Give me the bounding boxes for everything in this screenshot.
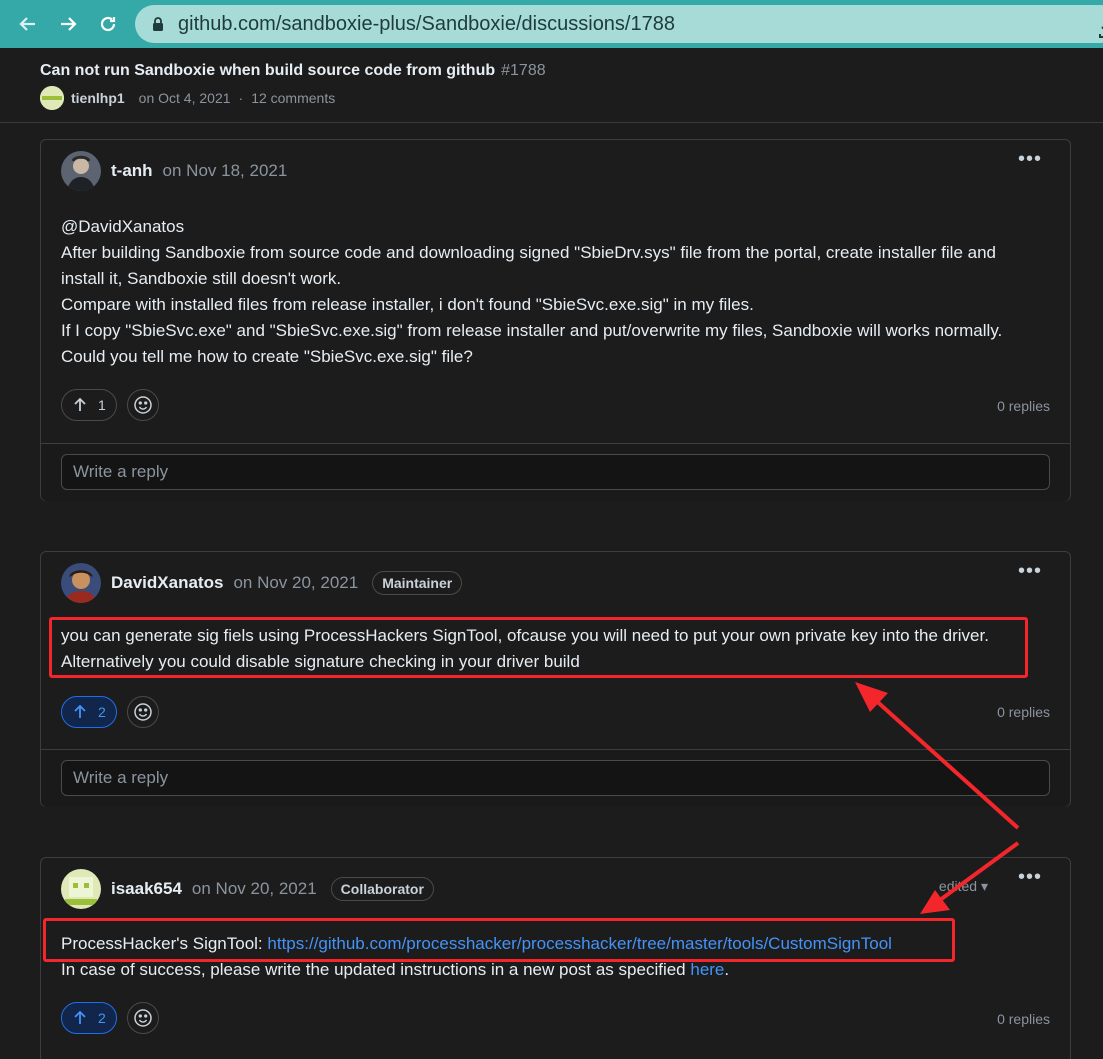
forward-arrow-icon[interactable] bbox=[54, 10, 82, 38]
comment-header: isaak654 on Nov 20, 2021 Collaborator bbox=[61, 868, 434, 910]
more-options-icon[interactable]: ••• bbox=[1018, 561, 1042, 581]
discussion-meta: tienlhp1 on Oct 4, 2021 · 12 comments bbox=[40, 86, 335, 110]
reaction-bar: 2 bbox=[61, 1002, 159, 1034]
add-reaction-button[interactable] bbox=[126, 1002, 159, 1034]
comment-line: After building Sandboxie from source cod… bbox=[61, 243, 996, 262]
discussion-header: Can not run Sandboxie when build source … bbox=[0, 48, 1103, 123]
smiley-icon bbox=[134, 703, 152, 721]
url-text: github.com/sandboxie-plus/Sandboxie/disc… bbox=[178, 13, 675, 35]
reply-count[interactable]: 0 replies bbox=[997, 398, 1050, 414]
comment-header: DavidXanatos on Nov 20, 2021 Maintainer bbox=[61, 562, 463, 604]
comment-line: @DavidXanatos bbox=[61, 217, 185, 236]
arrow-up-icon bbox=[74, 397, 86, 411]
discussion-title: Can not run Sandboxie when build source … bbox=[40, 62, 546, 80]
add-reaction-button[interactable] bbox=[126, 696, 159, 728]
comment-line: If I copy "SbieSvc.exe" and "SbieSvc.exe… bbox=[61, 321, 1003, 340]
comment-date[interactable]: on Nov 20, 2021 bbox=[192, 879, 317, 899]
reply-count[interactable]: 0 replies bbox=[997, 1011, 1050, 1027]
comment-line: Could you tell me how to create "SbieSvc… bbox=[61, 347, 473, 366]
comment-author[interactable]: isaak654 bbox=[111, 879, 182, 899]
comment-body: @DavidXanatos After building Sandboxie f… bbox=[61, 214, 1002, 370]
discussion-title-text: Can not run Sandboxie when build source … bbox=[40, 62, 496, 79]
comment-count: 12 comments bbox=[251, 90, 336, 106]
address-bar[interactable]: github.com/sandboxie-plus/Sandboxie/disc… bbox=[135, 5, 1103, 43]
reload-icon[interactable] bbox=[94, 10, 122, 38]
reply-count[interactable]: 0 replies bbox=[997, 704, 1050, 720]
comment-date[interactable]: on Nov 18, 2021 bbox=[163, 161, 288, 181]
comment-card: DavidXanatos on Nov 20, 2021 Maintainer … bbox=[40, 551, 1071, 807]
comment-line: Compare with installed files from releas… bbox=[61, 295, 754, 314]
more-options-icon[interactable]: ••• bbox=[1018, 867, 1042, 887]
reply-area bbox=[41, 749, 1070, 807]
upvote-button[interactable]: 2 bbox=[61, 1002, 117, 1034]
browser-toolbar: github.com/sandboxie-plus/Sandboxie/disc… bbox=[0, 0, 1103, 48]
lock-icon bbox=[153, 17, 163, 31]
comment-author[interactable]: t-anh bbox=[111, 161, 153, 181]
reply-area bbox=[41, 443, 1070, 501]
line-suffix: . bbox=[724, 960, 730, 979]
collaborator-badge: Collaborator bbox=[330, 877, 434, 901]
arrow-up-icon bbox=[74, 1010, 86, 1024]
discussion-number: #1788 bbox=[501, 62, 546, 79]
reply-input[interactable] bbox=[61, 454, 1050, 490]
maintainer-badge: Maintainer bbox=[372, 571, 463, 595]
discussion-date: on Oct 4, 2021 bbox=[138, 90, 231, 106]
comment-card: t-anh on Nov 18, 2021 ••• @DavidXanatos … bbox=[40, 139, 1071, 501]
here-link[interactable]: here bbox=[690, 960, 724, 979]
more-options-icon[interactable]: ••• bbox=[1018, 149, 1042, 169]
chevron-down-icon: ▾ bbox=[980, 878, 988, 894]
comment-header: t-anh on Nov 18, 2021 bbox=[61, 150, 301, 192]
edited-label: edited bbox=[938, 878, 978, 894]
edited-dropdown[interactable]: edited ▾ bbox=[939, 878, 988, 895]
comment-line: install it, Sandboxie still doesn't work… bbox=[61, 269, 342, 288]
reaction-bar: 1 bbox=[61, 389, 159, 421]
comment-author[interactable]: DavidXanatos bbox=[111, 573, 223, 593]
download-icon[interactable] bbox=[1098, 18, 1103, 40]
add-reaction-button[interactable] bbox=[126, 389, 159, 421]
meta-separator: · bbox=[238, 90, 244, 106]
highlight-box-maintainer-reply bbox=[49, 617, 1028, 678]
comment-date[interactable]: on Nov 20, 2021 bbox=[233, 573, 358, 593]
smiley-icon bbox=[134, 396, 152, 414]
avatar[interactable] bbox=[40, 86, 64, 110]
reply-input[interactable] bbox=[61, 760, 1050, 796]
upvote-count: 2 bbox=[98, 1010, 106, 1026]
smiley-icon bbox=[134, 1009, 152, 1027]
line-prefix: In case of success, please write the upd… bbox=[61, 960, 691, 979]
upvote-button[interactable]: 2 bbox=[61, 696, 117, 728]
avatar[interactable] bbox=[61, 151, 101, 191]
discussion-author[interactable]: tienlhp1 bbox=[71, 90, 125, 106]
reaction-bar: 2 bbox=[61, 696, 159, 728]
avatar[interactable] bbox=[61, 869, 101, 909]
highlight-box-signtool-link bbox=[43, 918, 955, 962]
upvote-button[interactable]: 1 bbox=[61, 389, 117, 421]
upvote-count: 1 bbox=[98, 397, 106, 413]
arrow-up-icon bbox=[74, 704, 86, 718]
back-arrow-icon[interactable] bbox=[14, 10, 42, 38]
avatar[interactable] bbox=[61, 563, 101, 603]
upvote-count: 2 bbox=[98, 704, 106, 720]
